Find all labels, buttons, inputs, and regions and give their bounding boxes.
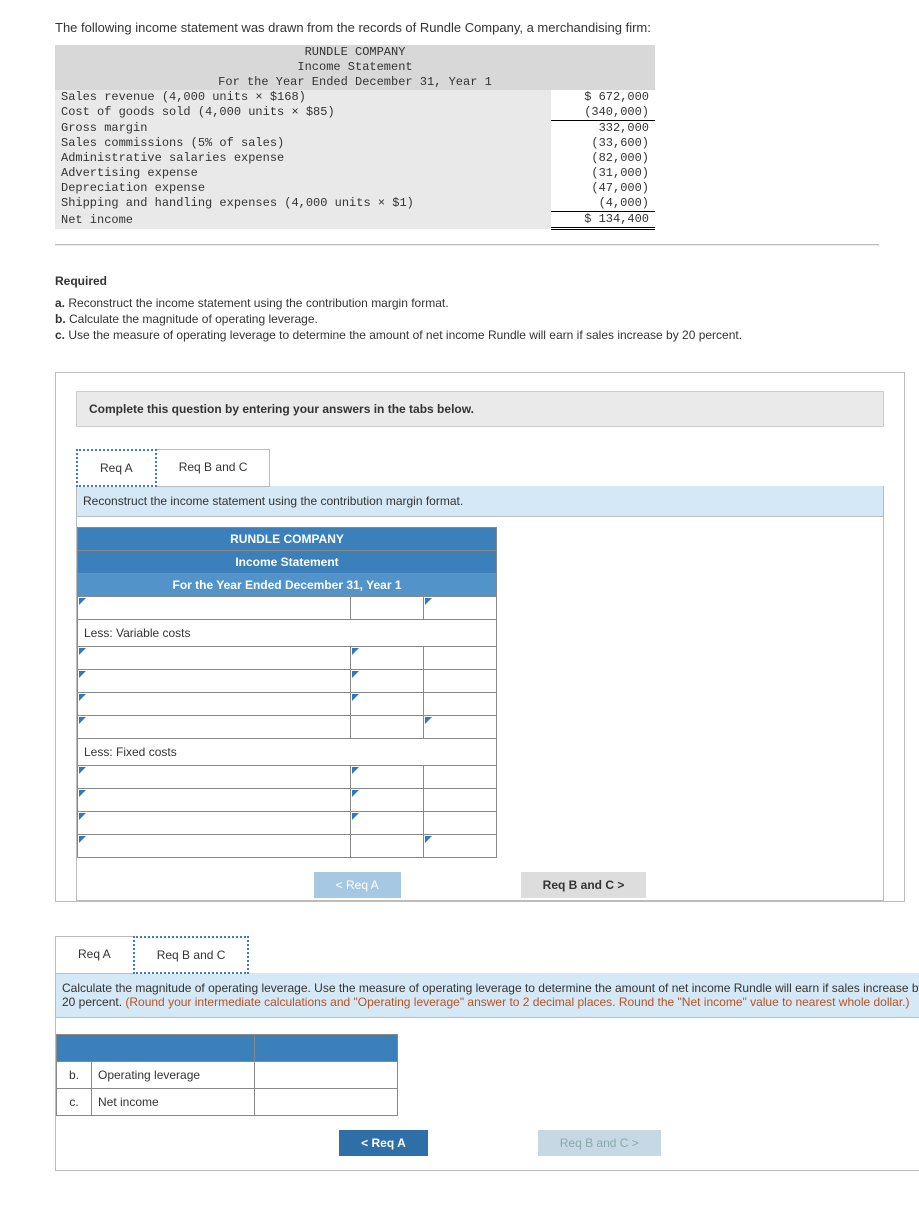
- stmt-row-label: Net income: [55, 212, 551, 229]
- input-cell[interactable]: [351, 716, 424, 739]
- input-cell[interactable]: [424, 766, 497, 789]
- input-cell[interactable]: [351, 670, 424, 693]
- stmt-period: For the Year Ended December 31, Year 1: [55, 75, 655, 90]
- nav-prev-req-a[interactable]: < Req A: [339, 1130, 428, 1156]
- net-income-input[interactable]: [255, 1089, 398, 1116]
- input-cell[interactable]: [424, 670, 497, 693]
- stmt-row-label: Advertising expense: [55, 166, 551, 181]
- req-b-text: Calculate the magnitude of operating lev…: [69, 312, 318, 326]
- input-cell[interactable]: [351, 647, 424, 670]
- stmt-row-amount: 332,000: [551, 121, 655, 137]
- input-cell[interactable]: [351, 789, 424, 812]
- row-c-index: c.: [57, 1089, 92, 1116]
- req-c-text: Use the measure of operating leverage to…: [68, 328, 742, 342]
- input-cell[interactable]: [78, 716, 351, 739]
- ct-period: For the Year Ended December 31, Year 1: [78, 574, 497, 597]
- nav-next-req-bc[interactable]: Req B and C >: [538, 1130, 661, 1156]
- contribution-format-table: RUNDLE COMPANY Income Statement For the …: [77, 527, 497, 858]
- input-cell[interactable]: [424, 835, 497, 858]
- bc-header-blank: [255, 1035, 398, 1062]
- row-b-label: Operating leverage: [92, 1062, 255, 1089]
- stmt-row-amount: $ 134,400: [551, 212, 655, 229]
- input-cell[interactable]: [424, 789, 497, 812]
- input-cell[interactable]: [78, 647, 351, 670]
- ct-company: RUNDLE COMPANY: [78, 528, 497, 551]
- input-cell[interactable]: [424, 693, 497, 716]
- input-cell[interactable]: [351, 597, 424, 620]
- stmt-row-amount: (4,000): [551, 196, 655, 212]
- input-cell[interactable]: [78, 597, 351, 620]
- panel-a-prompt: Reconstruct the income statement using t…: [77, 486, 883, 517]
- input-cell[interactable]: [78, 766, 351, 789]
- input-cell[interactable]: [424, 812, 497, 835]
- less-fixed-label: Less: Fixed costs: [78, 739, 497, 766]
- tab-req-a[interactable]: Req A: [76, 449, 157, 487]
- input-cell[interactable]: [351, 693, 424, 716]
- stmt-row-amount: (340,000): [551, 105, 655, 121]
- input-cell[interactable]: [78, 789, 351, 812]
- req-a-text: Reconstruct the income statement using t…: [68, 296, 448, 310]
- bc-header-blank: [57, 1035, 255, 1062]
- nav-next-req-bc[interactable]: Req B and C >: [521, 872, 647, 898]
- required-list: a. Reconstruct the income statement usin…: [55, 296, 879, 342]
- divider: [55, 244, 879, 246]
- input-cell[interactable]: [351, 835, 424, 858]
- row-b-index: b.: [57, 1062, 92, 1089]
- stmt-row-amount: (47,000): [551, 181, 655, 196]
- tab-req-a[interactable]: Req A: [55, 936, 134, 974]
- input-cell[interactable]: [78, 812, 351, 835]
- tab-req-b-and-c[interactable]: Req B and C: [156, 449, 271, 487]
- ct-title: Income Statement: [78, 551, 497, 574]
- tab-req-b-and-c[interactable]: Req B and C: [133, 936, 250, 974]
- stmt-row-amount: (33,600): [551, 136, 655, 151]
- panel-bc-note: (Round your intermediate calculations an…: [125, 995, 909, 1009]
- stmt-row-label: Gross margin: [55, 121, 551, 137]
- stmt-row-label: Cost of goods sold (4,000 units × $85): [55, 105, 551, 121]
- answer-block-a: Complete this question by entering your …: [55, 372, 905, 902]
- stmt-row-amount: $ 672,000: [551, 90, 655, 105]
- intro-text: The following income statement was drawn…: [55, 20, 879, 35]
- less-variable-label: Less: Variable costs: [78, 620, 497, 647]
- input-cell[interactable]: [351, 812, 424, 835]
- nav-prev-req-a[interactable]: < Req A: [314, 872, 401, 898]
- stmt-row-amount: (31,000): [551, 166, 655, 181]
- input-cell[interactable]: [78, 835, 351, 858]
- stmt-row-label: Sales commissions (5% of sales): [55, 136, 551, 151]
- input-cell[interactable]: [424, 647, 497, 670]
- input-cell[interactable]: [424, 716, 497, 739]
- income-statement-table: RUNDLE COMPANY Income Statement For the …: [55, 45, 655, 230]
- stmt-row-label: Shipping and handling expenses (4,000 un…: [55, 196, 551, 212]
- stmt-row-label: Sales revenue (4,000 units × $168): [55, 90, 551, 105]
- input-cell[interactable]: [424, 597, 497, 620]
- stmt-company: RUNDLE COMPANY: [55, 45, 655, 60]
- row-c-label: Net income: [92, 1089, 255, 1116]
- input-cell[interactable]: [78, 693, 351, 716]
- required-heading: Required: [55, 274, 879, 288]
- stmt-row-label: Administrative salaries expense: [55, 151, 551, 166]
- bc-answer-table: b. Operating leverage c. Net income: [56, 1034, 398, 1116]
- stmt-title: Income Statement: [55, 60, 655, 75]
- operating-leverage-input[interactable]: [255, 1062, 398, 1089]
- instruction-bar: Complete this question by entering your …: [76, 391, 884, 427]
- input-cell[interactable]: [351, 766, 424, 789]
- input-cell[interactable]: [78, 670, 351, 693]
- stmt-row-label: Depreciation expense: [55, 181, 551, 196]
- stmt-row-amount: (82,000): [551, 151, 655, 166]
